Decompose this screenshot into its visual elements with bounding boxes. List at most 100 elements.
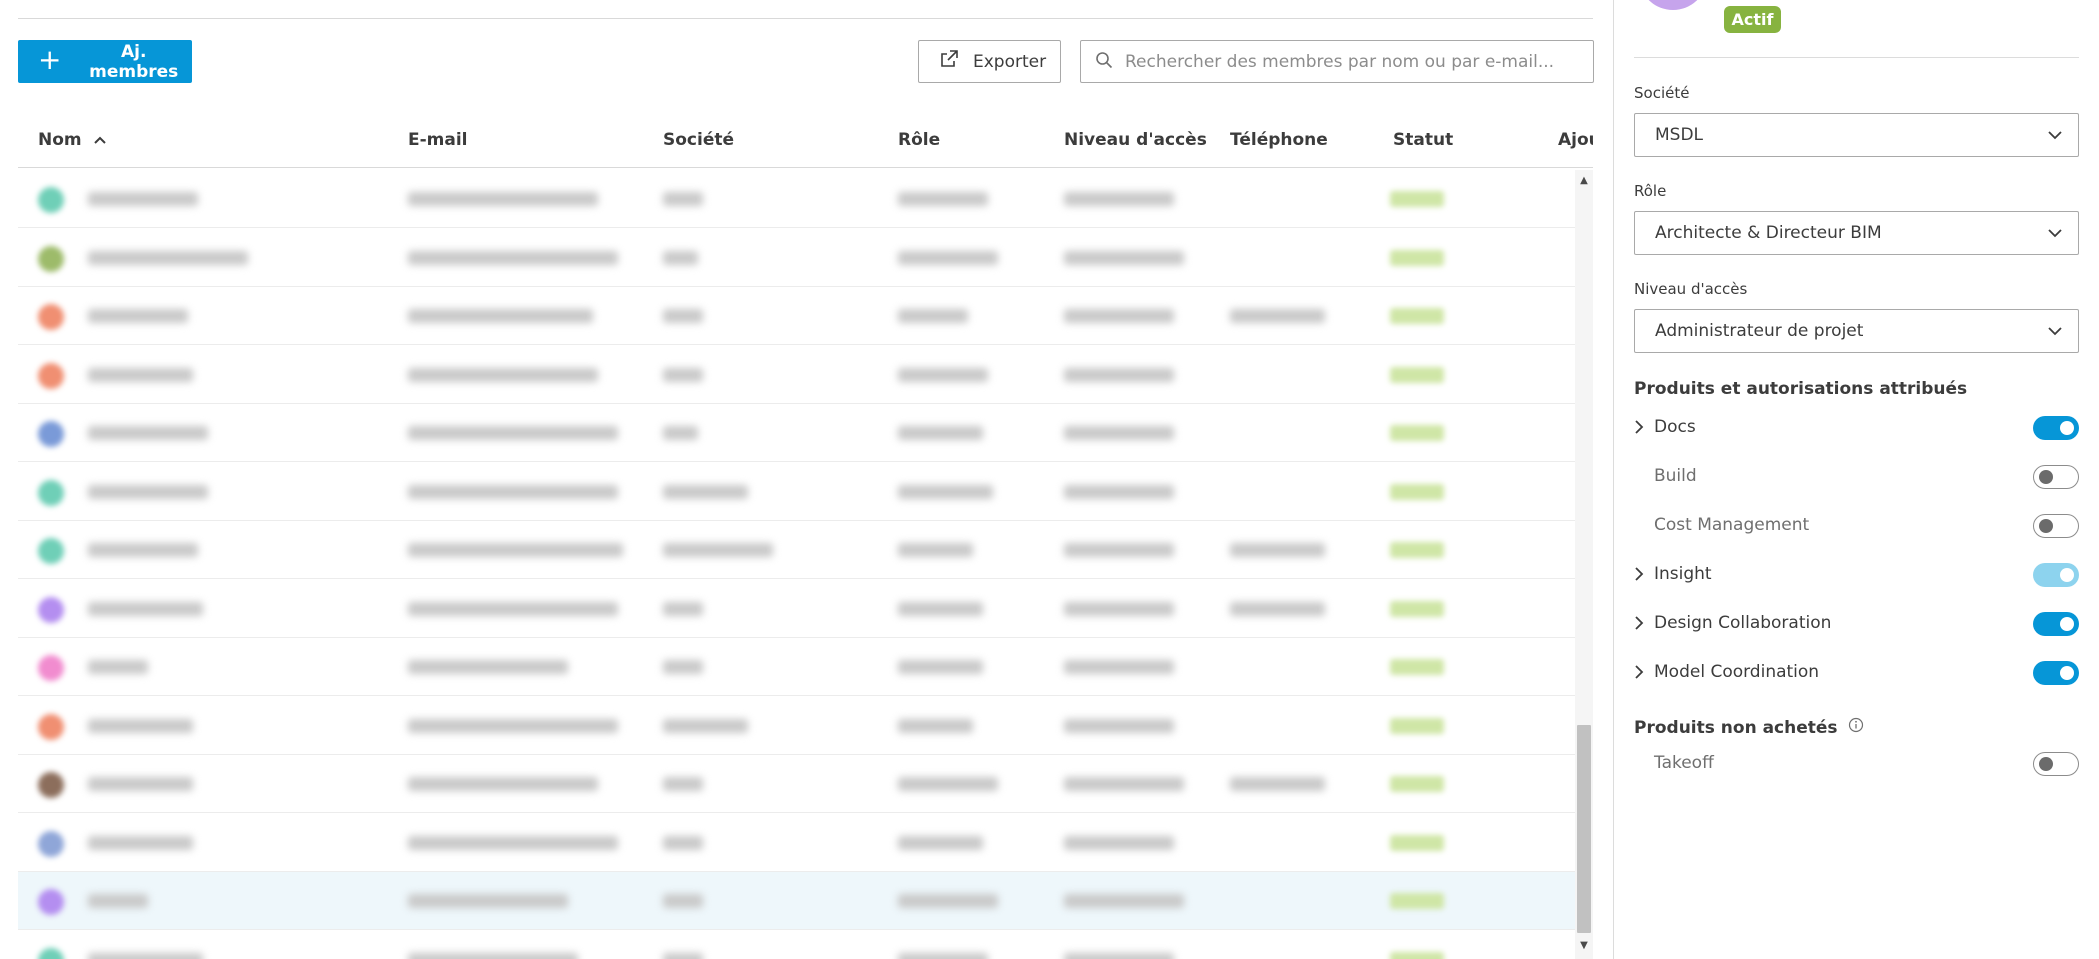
table-row[interactable] bbox=[18, 404, 1575, 462]
row-cell bbox=[1064, 423, 1174, 443]
table-row[interactable] bbox=[18, 931, 1575, 959]
product-row-docs: Docs bbox=[1634, 407, 2079, 447]
table-row[interactable] bbox=[18, 346, 1575, 404]
export-icon bbox=[939, 49, 959, 74]
role-select[interactable]: Architecte & Directeur BIM bbox=[1634, 211, 2079, 255]
row-cell bbox=[663, 774, 703, 794]
row-cell bbox=[408, 248, 618, 268]
chevron-right-icon[interactable] bbox=[1634, 567, 1654, 581]
column-header-company[interactable]: Société bbox=[663, 112, 734, 168]
row-cell bbox=[663, 833, 703, 853]
row-avatar bbox=[38, 538, 64, 564]
table-row[interactable] bbox=[18, 287, 1575, 345]
row-cell bbox=[898, 306, 968, 326]
chevron-down-icon bbox=[2046, 224, 2064, 247]
row-cell bbox=[663, 950, 703, 959]
row-cell bbox=[898, 950, 988, 959]
product-name: Cost Management bbox=[1654, 515, 1810, 535]
row-status-badge bbox=[1390, 425, 1444, 441]
table-row[interactable] bbox=[18, 229, 1575, 287]
info-icon[interactable] bbox=[1848, 717, 1864, 738]
chevron-down-icon bbox=[2046, 126, 2064, 149]
row-cell bbox=[898, 189, 988, 209]
row-cell bbox=[663, 657, 703, 677]
table-row[interactable] bbox=[18, 872, 1575, 930]
row-cell bbox=[408, 482, 618, 502]
row-cell bbox=[663, 306, 703, 326]
row-cell bbox=[898, 774, 998, 794]
row-cell bbox=[408, 774, 598, 794]
add-members-button[interactable]: + Aj. membres bbox=[18, 40, 192, 83]
row-cell bbox=[663, 599, 703, 619]
table-row[interactable] bbox=[18, 814, 1575, 872]
product-toggle[interactable] bbox=[2033, 465, 2079, 489]
row-cell bbox=[898, 365, 988, 385]
table-row[interactable] bbox=[18, 638, 1575, 696]
column-header-access-level[interactable]: Niveau d'accès bbox=[1064, 112, 1207, 168]
product-toggle[interactable] bbox=[2033, 416, 2079, 440]
row-cell bbox=[408, 950, 578, 959]
row-cell bbox=[408, 833, 618, 853]
product-toggle[interactable] bbox=[2033, 661, 2079, 685]
row-cell bbox=[408, 891, 568, 911]
row-cell bbox=[1064, 365, 1174, 385]
row-cell bbox=[663, 716, 748, 736]
row-cell bbox=[663, 482, 748, 502]
column-header-name[interactable]: Nom bbox=[38, 112, 106, 168]
column-header-added[interactable]: Ajou bbox=[1558, 112, 1593, 168]
row-avatar bbox=[38, 655, 64, 681]
search-input[interactable] bbox=[1125, 51, 1585, 72]
row-cell bbox=[408, 189, 598, 209]
scroll-up-icon[interactable]: ▲ bbox=[1575, 172, 1593, 190]
row-avatar bbox=[38, 479, 64, 506]
column-header-phone[interactable]: Téléphone bbox=[1230, 112, 1328, 168]
row-cell bbox=[408, 423, 618, 443]
row-status-badge bbox=[1390, 249, 1444, 266]
chevron-right-icon[interactable] bbox=[1634, 616, 1654, 630]
product-toggle[interactable] bbox=[2033, 752, 2079, 776]
row-cell bbox=[898, 423, 983, 443]
sort-ascending-icon bbox=[93, 133, 106, 148]
row-avatar bbox=[38, 245, 64, 272]
product-toggle[interactable] bbox=[2033, 563, 2079, 587]
table-scrollbar[interactable]: ▲ ▼ bbox=[1575, 170, 1593, 959]
scroll-thumb[interactable] bbox=[1577, 725, 1591, 933]
scroll-down-icon[interactable]: ▼ bbox=[1575, 937, 1593, 955]
table-row[interactable] bbox=[18, 463, 1575, 521]
chevron-right-icon[interactable] bbox=[1634, 665, 1654, 679]
row-status-badge bbox=[1390, 659, 1444, 675]
row-status-badge bbox=[1390, 776, 1444, 792]
product-toggle[interactable] bbox=[2033, 514, 2079, 538]
row-cell bbox=[408, 365, 598, 385]
row-status-badge bbox=[1390, 893, 1444, 909]
row-cell bbox=[408, 657, 568, 677]
row-cell bbox=[408, 540, 623, 560]
row-avatar bbox=[38, 947, 64, 959]
table-row[interactable] bbox=[18, 521, 1575, 579]
members-list-panel: + Aj. membres Exporter Nom E-mail Sociét… bbox=[0, 0, 1600, 959]
access-level-select[interactable]: Administrateur de projet bbox=[1634, 309, 2079, 353]
company-select[interactable]: MSDL bbox=[1634, 113, 2079, 157]
column-header-email[interactable]: E-mail bbox=[408, 112, 468, 168]
export-button[interactable]: Exporter bbox=[918, 40, 1061, 83]
row-cell bbox=[88, 774, 193, 794]
row-cell bbox=[1064, 657, 1174, 677]
table-row[interactable] bbox=[18, 697, 1575, 755]
status-badge: Actif bbox=[1724, 6, 1781, 33]
row-cell bbox=[898, 248, 998, 268]
unpurchased-products-title: Produits non achetés bbox=[1634, 717, 1864, 738]
column-header-status[interactable]: Statut bbox=[1393, 112, 1453, 168]
row-avatar bbox=[38, 421, 64, 447]
chevron-right-icon[interactable] bbox=[1634, 420, 1654, 434]
column-header-role[interactable]: Rôle bbox=[898, 112, 940, 168]
product-toggle[interactable] bbox=[2033, 612, 2079, 636]
row-cell bbox=[408, 599, 618, 619]
row-cell bbox=[1064, 716, 1174, 736]
access-level-value: Administrateur de projet bbox=[1655, 321, 1864, 341]
table-row[interactable] bbox=[18, 580, 1575, 638]
table-row[interactable] bbox=[18, 755, 1575, 813]
plus-icon: + bbox=[38, 43, 62, 76]
product-row-design-collaboration: Design Collaboration bbox=[1634, 603, 2079, 643]
company-value: MSDL bbox=[1655, 125, 1704, 145]
table-row[interactable] bbox=[18, 170, 1575, 228]
